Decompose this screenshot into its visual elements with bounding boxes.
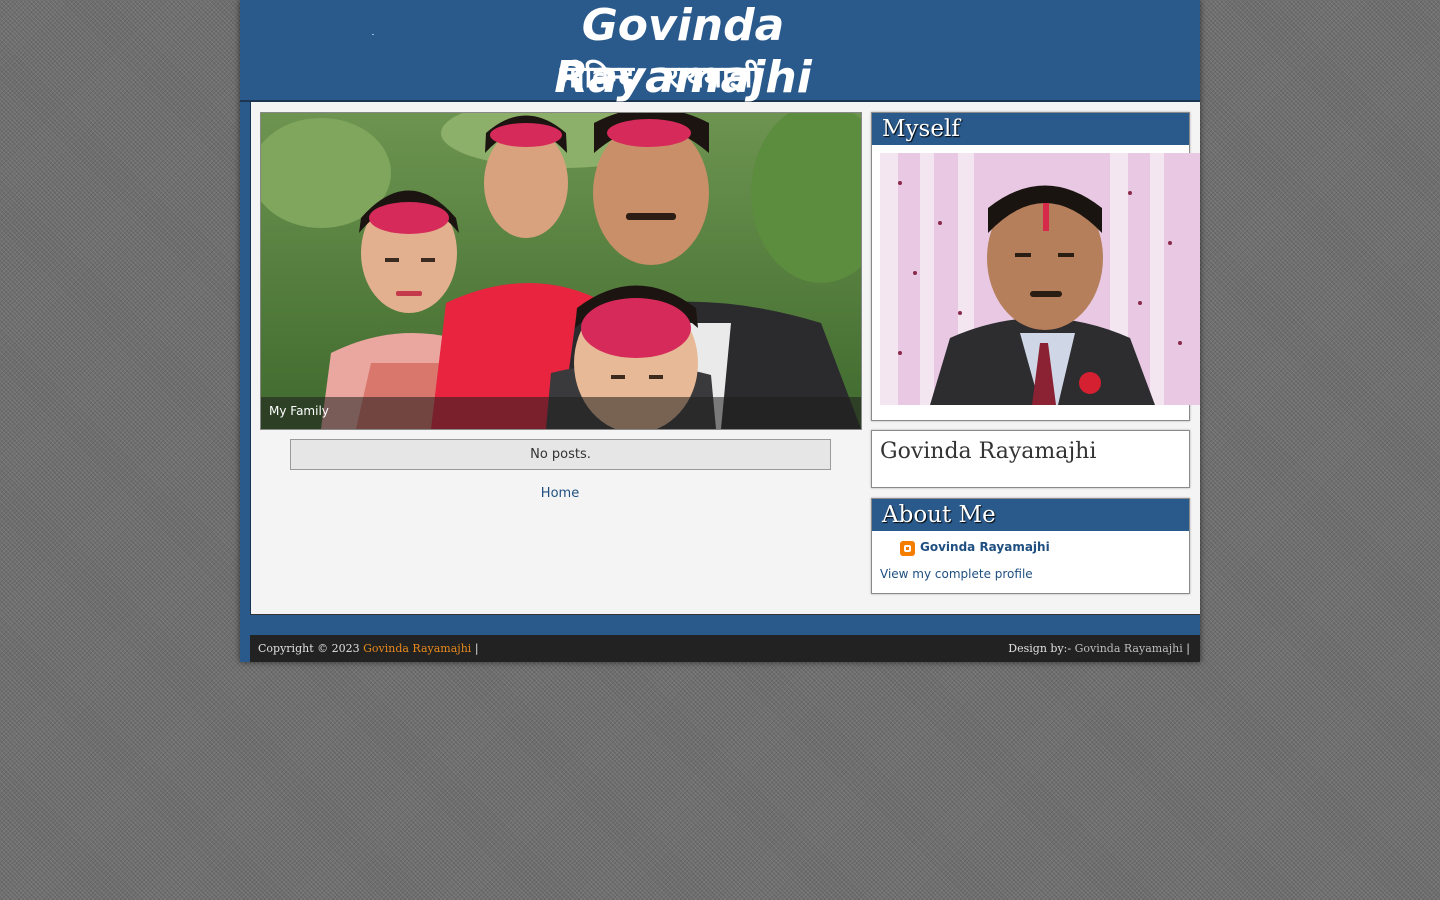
slide-caption-bar: My Family bbox=[261, 397, 861, 429]
footer-separator-right: | bbox=[1186, 642, 1190, 655]
family-photo bbox=[261, 113, 861, 429]
name-widget: Govinda Rayamajhi bbox=[871, 430, 1190, 488]
header-dot bbox=[372, 34, 374, 35]
myself-photo bbox=[880, 153, 1200, 405]
home-link[interactable]: Home bbox=[510, 486, 610, 501]
portrait-image bbox=[880, 153, 1200, 405]
footer-design-credit: Design by:- Govinda Rayamajhi | bbox=[1008, 635, 1190, 662]
family-slideshow[interactable]: My Family bbox=[260, 112, 862, 430]
footer-separator-left: | bbox=[474, 642, 479, 655]
myself-widget-title: Myself bbox=[872, 113, 1189, 145]
site-header: Govinda Rayamajhi गोविन्द रायमाझी bbox=[240, 0, 1200, 103]
footer-top-bar bbox=[250, 615, 1200, 635]
slide-caption: My Family bbox=[269, 404, 329, 418]
footer-copyright: Copyright © 2023 Govinda Rayamajhi | bbox=[258, 635, 479, 662]
site-footer: Copyright © 2023 Govinda Rayamajhi | Des… bbox=[250, 635, 1200, 662]
about-me-title: About Me bbox=[872, 499, 1189, 531]
page-container: Govinda Rayamajhi गोविन्द रायमाझी My Fam… bbox=[240, 0, 1200, 662]
profile-name-link[interactable]: Govinda Rayamajhi bbox=[920, 540, 1050, 554]
copyright-text: Copyright © 2023 bbox=[258, 642, 360, 655]
site-subtitle-devanagari: गोविन्द रायमाझी bbox=[559, 60, 761, 95]
no-posts-message: No posts. bbox=[290, 439, 831, 470]
about-me-widget: About Me Govinda Rayamajhi View my compl… bbox=[871, 498, 1190, 594]
name-widget-text: Govinda Rayamajhi bbox=[880, 439, 1097, 464]
design-by-link[interactable]: Govinda Rayamajhi bbox=[1075, 642, 1183, 655]
design-by-text: Design by:- bbox=[1008, 642, 1072, 655]
view-profile-link[interactable]: View my complete profile bbox=[880, 567, 1033, 581]
blogger-icon bbox=[900, 541, 915, 556]
copyright-link[interactable]: Govinda Rayamajhi bbox=[363, 642, 471, 655]
left-accent-stripe bbox=[240, 102, 251, 662]
myself-widget: Myself bbox=[871, 112, 1200, 421]
